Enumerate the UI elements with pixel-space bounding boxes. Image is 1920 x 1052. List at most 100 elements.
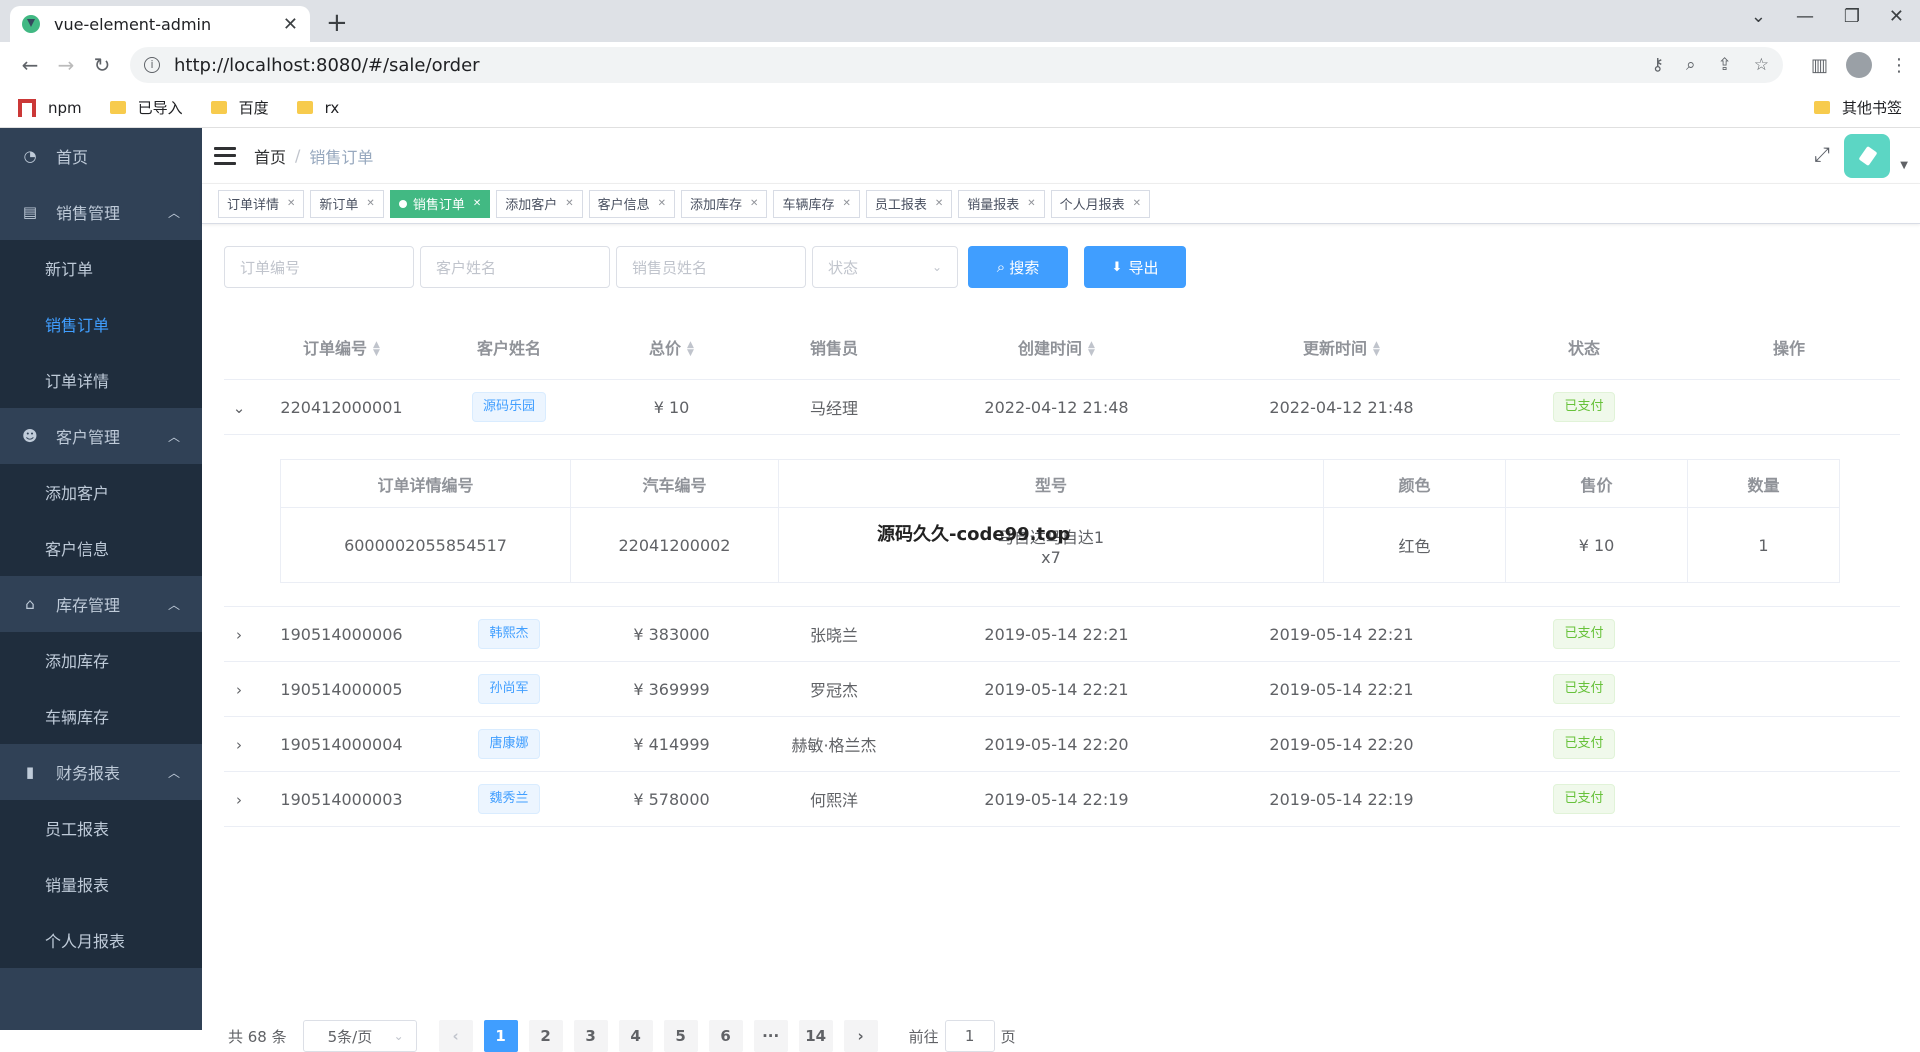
prev-page-button[interactable]: ‹ <box>438 1020 473 1052</box>
page-button[interactable]: 4 <box>618 1020 653 1052</box>
search-button[interactable]: ⌕ 搜索 <box>968 246 1068 288</box>
expand-cell[interactable]: › <box>224 625 254 644</box>
site-info-icon[interactable]: i <box>144 57 160 73</box>
sidebar-item-car-stock[interactable]: 车辆库存 <box>0 688 202 744</box>
tag-item[interactable]: 销售订单 ✕ <box>389 189 491 218</box>
sidebar-group-sales[interactable]: ▤ 销售管理 ︿ <box>0 184 202 240</box>
tag-item[interactable]: 添加客户 ✕ <box>496 189 583 218</box>
column-header-created[interactable]: 创建时间 ▲ ▼ <box>914 335 1199 359</box>
page-button[interactable]: 5 <box>663 1020 698 1052</box>
close-icon[interactable]: ✕ <box>750 198 758 209</box>
back-icon[interactable]: ← <box>12 53 48 77</box>
close-icon[interactable]: ✕ <box>473 198 481 209</box>
expand-cell[interactable]: › <box>224 680 254 699</box>
sort-icon[interactable]: ▲ ▼ <box>373 341 380 358</box>
close-tab-icon[interactable]: ✕ <box>283 14 298 35</box>
tag-item[interactable]: 个人月报表 ✕ <box>1050 189 1151 218</box>
column-header-order-no[interactable]: 订单编号 ▲ ▼ <box>254 335 429 359</box>
bookmark-imported[interactable]: 已导入 <box>109 97 183 118</box>
sidebar-item-sales-report[interactable]: 销量报表 <box>0 856 202 912</box>
next-page-button[interactable]: › <box>843 1020 878 1052</box>
close-icon[interactable]: ✕ <box>287 198 295 209</box>
close-icon[interactable]: ✕ <box>935 198 943 209</box>
close-icon[interactable]: ✕ <box>565 198 573 209</box>
fullscreen-icon[interactable]: ⤢ <box>1814 142 1830 166</box>
column-header-total[interactable]: 总价 ▲ ▼ <box>589 335 754 359</box>
key-icon[interactable]: ⚷ <box>1652 55 1664 75</box>
chevron-right-icon[interactable]: › <box>236 681 242 699</box>
page-button[interactable]: 14 <box>798 1020 833 1052</box>
sidebar-item-home[interactable]: ◔ 首页 <box>0 128 202 184</box>
forward-icon[interactable]: → <box>48 53 84 77</box>
bookmark-npm[interactable]: npm <box>18 98 82 117</box>
maximize-icon[interactable]: ❐ <box>1844 6 1860 27</box>
sidebar-item-monthly-report[interactable]: 个人月报表 <box>0 912 202 968</box>
caret-down-icon[interactable]: ▼ <box>1900 160 1908 171</box>
menu-dots-icon[interactable]: ⋮ <box>1890 55 1908 76</box>
minimize-icon[interactable]: — <box>1796 6 1814 27</box>
avatar[interactable] <box>1844 134 1890 178</box>
expand-cell[interactable]: › <box>224 790 254 809</box>
sidebar-item-order-detail[interactable]: 订单详情 <box>0 352 202 408</box>
tab-search-icon[interactable]: ⌄ <box>1751 6 1766 27</box>
close-window-icon[interactable]: ✕ <box>1889 6 1904 27</box>
breadcrumb-home[interactable]: 首页 <box>254 144 286 168</box>
sidebar-item-customer-info[interactable]: 客户信息 <box>0 520 202 576</box>
sidebar-item-add-stock[interactable]: 添加库存 <box>0 632 202 688</box>
page-button[interactable]: 6 <box>708 1020 743 1052</box>
chevron-right-icon[interactable]: › <box>236 736 242 754</box>
tag-item[interactable]: 车辆库存 ✕ <box>773 189 860 218</box>
tag-item[interactable]: 员工报表 ✕ <box>865 189 953 218</box>
close-icon[interactable]: ✕ <box>1133 198 1141 209</box>
bookmark-other[interactable]: 其他书签 <box>1813 97 1902 118</box>
sidebar-item-new-order[interactable]: 新订单 <box>0 240 202 296</box>
page-button[interactable]: 3 <box>573 1020 608 1052</box>
reload-icon[interactable]: ↻ <box>84 53 120 77</box>
hamburger-icon[interactable] <box>214 146 236 165</box>
tag-item[interactable]: 销量报表 ✕ <box>958 189 1045 218</box>
salesman-name-input[interactable]: 销售员姓名 <box>616 246 806 288</box>
sidebar-group-stock[interactable]: ⌂ 库存管理 ︿ <box>0 576 202 632</box>
page-size-select[interactable]: 5条/页 ⌄ <box>302 1020 417 1052</box>
column-header-updated[interactable]: 更新时间 ▲ ▼ <box>1199 335 1484 359</box>
bookmark-baidu[interactable]: 百度 <box>210 97 269 118</box>
url-input[interactable]: i http://localhost:8080/#/sale/order ⚷ ⌕… <box>130 47 1783 83</box>
close-icon[interactable]: ✕ <box>366 198 374 209</box>
customer-name-input[interactable]: 客户姓名 <box>420 246 610 288</box>
chevron-right-icon[interactable]: › <box>236 791 242 809</box>
close-icon[interactable]: ✕ <box>842 198 850 209</box>
sort-icon[interactable]: ▲ ▼ <box>687 341 694 358</box>
order-no-input[interactable]: 订单编号 <box>224 246 414 288</box>
tag-item[interactable]: 添加库存 ✕ <box>681 189 768 218</box>
bookmark-rx[interactable]: rx <box>296 99 339 117</box>
tag-item[interactable]: 订单详情 ✕ <box>218 189 305 218</box>
more-pages-button[interactable]: ··· <box>753 1020 788 1052</box>
expand-cell[interactable]: › <box>224 735 254 754</box>
goto-page-input[interactable]: 1 <box>944 1020 995 1052</box>
page-button[interactable]: 2 <box>528 1020 563 1052</box>
browser-tab[interactable]: vue-element-admin ✕ <box>10 6 310 42</box>
tag-item[interactable]: 新订单 ✕ <box>310 189 384 218</box>
star-icon[interactable]: ☆ <box>1754 55 1769 75</box>
close-icon[interactable]: ✕ <box>1027 198 1035 209</box>
sidepanel-icon[interactable]: ▥ <box>1811 55 1828 76</box>
sidebar-group-finance[interactable]: ▮ 财务报表 ︿ <box>0 744 202 800</box>
status-select[interactable]: 状态 ⌄ <box>812 246 958 288</box>
zoom-icon[interactable]: ⌕ <box>1686 55 1696 75</box>
sidebar-item-sale-order[interactable]: 销售订单 <box>0 296 202 352</box>
tag-item[interactable]: 客户信息 ✕ <box>588 189 676 218</box>
profile-avatar-icon[interactable] <box>1846 52 1872 78</box>
close-icon[interactable]: ✕ <box>658 198 666 209</box>
page-button[interactable]: 1 <box>483 1020 518 1052</box>
new-tab-icon[interactable]: + <box>326 8 348 38</box>
export-button[interactable]: ⬇ 导出 <box>1084 246 1186 288</box>
chevron-right-icon[interactable]: › <box>236 626 242 644</box>
share-icon[interactable]: ⇪ <box>1717 55 1731 75</box>
sort-icon[interactable]: ▲ ▼ <box>1373 341 1380 358</box>
sort-icon[interactable]: ▲ ▼ <box>1088 341 1095 358</box>
sidebar-group-customers[interactable]: ☻ 客户管理 ︿ <box>0 408 202 464</box>
chevron-down-icon[interactable]: ⌄ <box>233 399 246 417</box>
expand-cell[interactable]: ⌄ <box>224 398 254 417</box>
sidebar-item-add-customer[interactable]: 添加客户 <box>0 464 202 520</box>
sidebar-item-staff-report[interactable]: 员工报表 <box>0 800 202 856</box>
